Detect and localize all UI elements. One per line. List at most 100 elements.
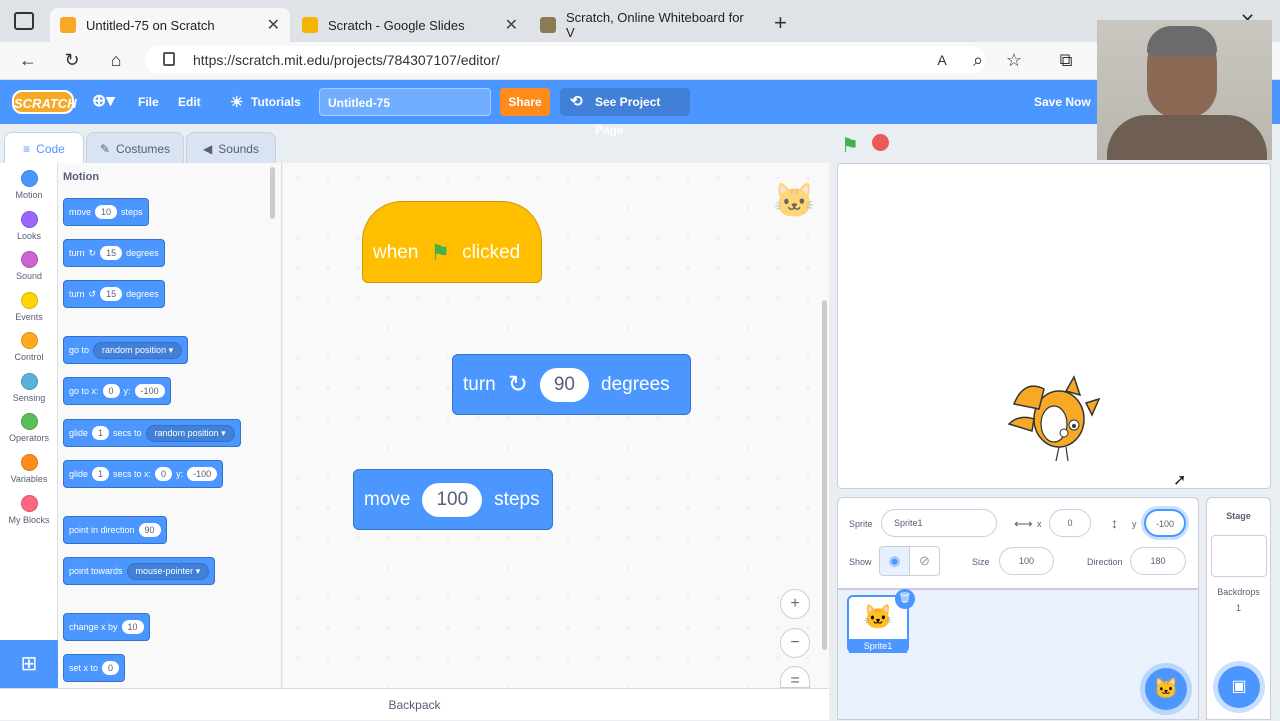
block-change-x[interactable]: change x by 10	[63, 613, 150, 641]
stop-icon[interactable]	[872, 134, 889, 151]
block-input[interactable]: 1	[92, 467, 110, 481]
block-input[interactable]: -100	[134, 384, 165, 398]
block-dropdown[interactable]: random position ▾	[93, 341, 183, 359]
block-set-x[interactable]: set x to 0	[63, 654, 126, 682]
file-menu[interactable]: File	[138, 95, 159, 109]
category-variables[interactable]: Variables	[0, 454, 58, 484]
save-now-button[interactable]: Save Now	[1034, 95, 1091, 109]
language-globe-icon[interactable]: ⊕▾	[92, 91, 115, 111]
block-input[interactable]: 0	[102, 384, 120, 398]
tab-code[interactable]: ≡ Code	[4, 132, 84, 164]
block-input[interactable]: 0	[155, 467, 173, 481]
block-turn-right[interactable]: turn ↻ 15 degrees	[63, 239, 165, 267]
block-input[interactable]: 90	[539, 367, 589, 402]
tab-label: Code	[36, 141, 65, 156]
stage-canvas[interactable]: ➚	[837, 163, 1271, 489]
block-point-towards[interactable]: point towards mouse-pointer ▾	[63, 557, 216, 585]
browser-tab-whiteboard[interactable]: Scratch, Online Whiteboard for V	[530, 8, 766, 42]
close-icon[interactable]: ✕	[267, 15, 280, 35]
category-looks[interactable]: Looks	[0, 211, 58, 241]
add-extension-icon[interactable]: ⊞	[0, 640, 58, 688]
share-button[interactable]: Share	[500, 88, 550, 116]
green-flag-icon[interactable]: ⚑	[841, 133, 859, 158]
slides-favicon-icon	[302, 17, 318, 33]
block-input[interactable]: 15	[100, 287, 123, 301]
block-glide-xy[interactable]: glide 1 secs to x: 0 y: -100	[63, 460, 224, 488]
category-events[interactable]: Events	[0, 292, 58, 322]
show-visible-eye-icon[interactable]: ◉	[879, 546, 910, 576]
tab-actions-icon[interactable]	[14, 12, 34, 30]
zoom-out-button[interactable]: −	[780, 628, 810, 658]
block-text: point in direction	[69, 525, 135, 535]
favorite-icon[interactable]: ☆	[1002, 48, 1026, 72]
block-text: secs to x:	[113, 469, 152, 479]
when-flag-clicked-block[interactable]: when ⚑ clicked	[362, 201, 542, 283]
hide-eye-slash-icon[interactable]: ⊘	[909, 546, 940, 576]
choose-sprite-icon[interactable]: 🐱	[1145, 668, 1187, 710]
category-sound[interactable]: Sound	[0, 251, 58, 281]
zoom-in-button[interactable]: +	[780, 589, 810, 619]
block-input[interactable]: -100	[187, 467, 218, 481]
block-input[interactable]: 1	[92, 426, 110, 440]
block-palette: Motion move 10 steps turn ↻ 15 degrees turn ↺ 1…	[58, 163, 282, 688]
category-label: Variables	[10, 474, 48, 484]
backpack-bar[interactable]: Backpack	[0, 688, 829, 720]
refresh-icon[interactable]: ↻	[60, 48, 84, 72]
block-dropdown[interactable]: random position ▾	[145, 424, 235, 442]
new-tab-icon[interactable]: +	[774, 10, 787, 36]
browser-tab-slides[interactable]: Scratch - Google Slides ✕	[292, 8, 528, 42]
tutorials-button[interactable]: Tutorials	[251, 95, 301, 109]
stage-selector-panel[interactable]: Stage Backdrops 1 ▣	[1206, 497, 1271, 720]
category-operators[interactable]: Operators	[0, 413, 58, 443]
url-text: https://scratch.mit.edu/projects/7843071…	[193, 52, 500, 68]
block-input[interactable]: 15	[100, 246, 123, 260]
block-go-to[interactable]: go to random position ▾	[63, 336, 189, 364]
scratch-logo[interactable]: SCRATCH	[12, 90, 77, 114]
home-icon[interactable]: ⌂	[104, 48, 128, 72]
sprite-name-input[interactable]: Sprite1	[881, 509, 997, 537]
block-glide[interactable]: glide 1 secs to random position ▾	[63, 419, 241, 447]
read-aloud-icon[interactable]: A	[930, 48, 954, 72]
block-move-steps[interactable]: move 10 steps	[63, 198, 149, 226]
edit-menu[interactable]: Edit	[178, 95, 201, 109]
block-turn-left[interactable]: turn ↺ 15 degrees	[63, 280, 165, 308]
category-sensing[interactable]: Sensing	[0, 373, 58, 403]
script-area[interactable]: 🐱 when ⚑ clicked turn ↻ 90 degrees move …	[283, 163, 829, 688]
sprite-watermark-icon: 🐱	[773, 182, 816, 220]
y-input[interactable]: -100	[1144, 509, 1186, 537]
tab-sounds[interactable]: ◀ Sounds	[186, 132, 276, 164]
see-project-page-button[interactable]: ⟲ See Project Page	[560, 88, 690, 137]
block-input[interactable]: 10	[95, 205, 118, 219]
size-input[interactable]: 100	[999, 547, 1054, 575]
sensing-dot-icon	[20, 373, 38, 390]
move-steps-block[interactable]: move 100 steps	[353, 469, 553, 530]
extensions-icon[interactable]: ⧉	[1054, 48, 1078, 72]
zoom-reset-button[interactable]: =	[780, 666, 810, 689]
project-title-input[interactable]: Untitled-75	[319, 88, 491, 116]
category-my-blocks[interactable]: My Blocks	[0, 495, 58, 525]
browser-tab-scratch[interactable]: Untitled-75 on Scratch ✕	[50, 8, 290, 42]
direction-input[interactable]: 180	[1130, 547, 1186, 575]
block-input[interactable]: 0	[102, 661, 120, 675]
cat-sprite[interactable]	[1004, 369, 1104, 464]
back-icon[interactable]: ←	[16, 48, 40, 72]
block-point-in-direction[interactable]: point in direction 90	[63, 516, 167, 544]
turn-degrees-block[interactable]: turn ↻ 90 degrees	[452, 354, 691, 415]
category-motion[interactable]: Motion	[0, 170, 58, 200]
url-field[interactable]: https://scratch.mit.edu/projects/7843071…	[145, 46, 985, 74]
close-icon[interactable]: ✕	[505, 15, 518, 35]
x-input[interactable]: 0	[1049, 509, 1091, 537]
sprite-tile[interactable]: 🐱 Sprite1 🗑	[847, 589, 915, 653]
block-dropdown[interactable]: mouse-pointer ▾	[126, 562, 210, 580]
category-control[interactable]: Control	[0, 332, 58, 362]
script-scrollbar[interactable]	[822, 300, 827, 650]
block-input[interactable]: 100	[422, 482, 483, 517]
palette-scrollbar[interactable]	[270, 167, 275, 219]
block-input[interactable]: 90	[138, 523, 161, 537]
choose-backdrop-icon[interactable]: ▣	[1218, 666, 1260, 708]
delete-trash-icon[interactable]: 🗑	[895, 589, 915, 609]
block-go-to-xy[interactable]: go to x: 0 y: -100	[63, 377, 171, 405]
block-input[interactable]: 10	[121, 620, 144, 634]
tab-costumes[interactable]: ✎ Costumes	[86, 132, 184, 164]
zoom-icon[interactable]: ⌕	[966, 48, 990, 72]
